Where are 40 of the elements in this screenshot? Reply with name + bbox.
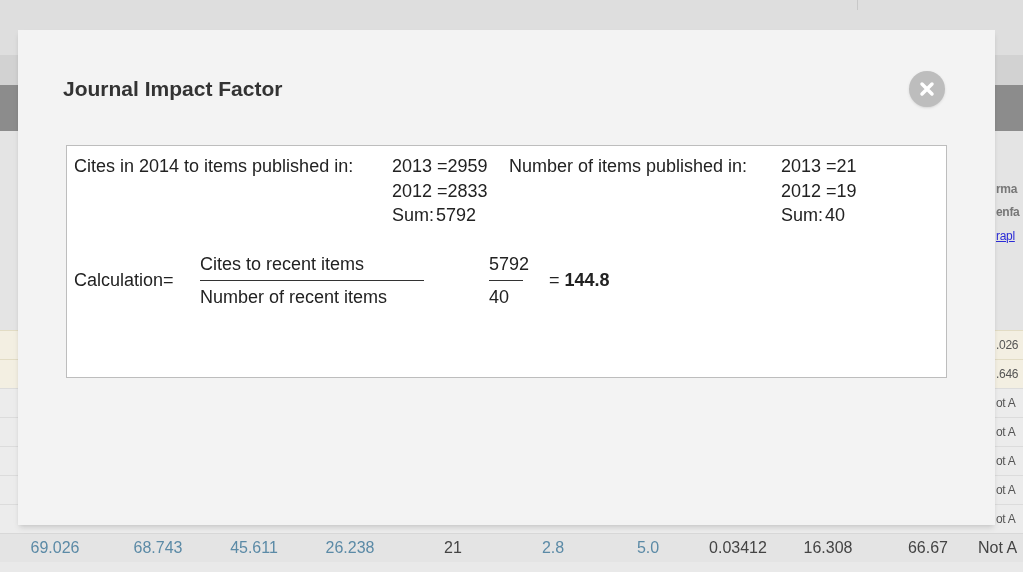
sum-value: 40 xyxy=(825,204,846,227)
sum-value: 5792 xyxy=(436,204,477,227)
column-header: rma xyxy=(996,181,1019,198)
calculation-label: Calculation= xyxy=(74,269,175,293)
table-cell-text: ot A xyxy=(996,453,1016,470)
table-cell-text: ot A xyxy=(996,395,1016,412)
dialog-title: Journal Impact Factor xyxy=(63,75,283,102)
count-text: 2013 =21 xyxy=(781,155,857,178)
table-cell-text: 21 xyxy=(443,538,463,558)
table-cell-text: 66.67 xyxy=(906,538,949,558)
count-text: 2012 =2833 xyxy=(392,179,489,203)
result-text: = 144.8 xyxy=(549,269,610,293)
table-cell-text: .026 xyxy=(996,337,1019,354)
table-cell-text: Not A xyxy=(978,538,1019,558)
count-text: 2013 =2959 xyxy=(392,155,489,178)
table-link[interactable]: 2.8 xyxy=(508,536,598,560)
table-cell-text: ot A xyxy=(996,511,1016,528)
table-cell-text: 16.308 xyxy=(802,538,854,558)
numerator-text: Cites to recent items xyxy=(200,252,366,276)
table-link[interactable]: 69.026 xyxy=(0,536,110,560)
table-link[interactable]: 5.0 xyxy=(598,536,698,560)
sum-label: Sum: xyxy=(781,204,824,227)
numerator-value: 5792 xyxy=(489,252,531,276)
close-icon xyxy=(919,80,935,97)
denominator-text: Number of recent items xyxy=(200,286,389,309)
table-link[interactable]: 26.238 xyxy=(302,536,398,560)
graph-link[interactable]: rapl xyxy=(996,229,1015,243)
table-cell-text: .646 xyxy=(996,366,1019,383)
items-label: Number of items published in: xyxy=(509,155,749,178)
table-cell-text: 0.03412 xyxy=(708,538,768,558)
table-cell-text: ot A xyxy=(996,424,1016,441)
denominator-value: 40 xyxy=(489,286,511,309)
sum-label: Sum: xyxy=(392,204,435,227)
table-cell-text: ot A xyxy=(996,482,1016,499)
table-link[interactable]: 45.611 xyxy=(206,536,302,560)
close-button[interactable] xyxy=(909,70,945,107)
column-header: enfa xyxy=(996,204,1021,221)
table-link[interactable]: 68.743 xyxy=(110,536,206,560)
cites-label: Cites in 2014 to items published in: xyxy=(74,155,355,178)
count-text: 2012 =19 xyxy=(781,179,857,203)
